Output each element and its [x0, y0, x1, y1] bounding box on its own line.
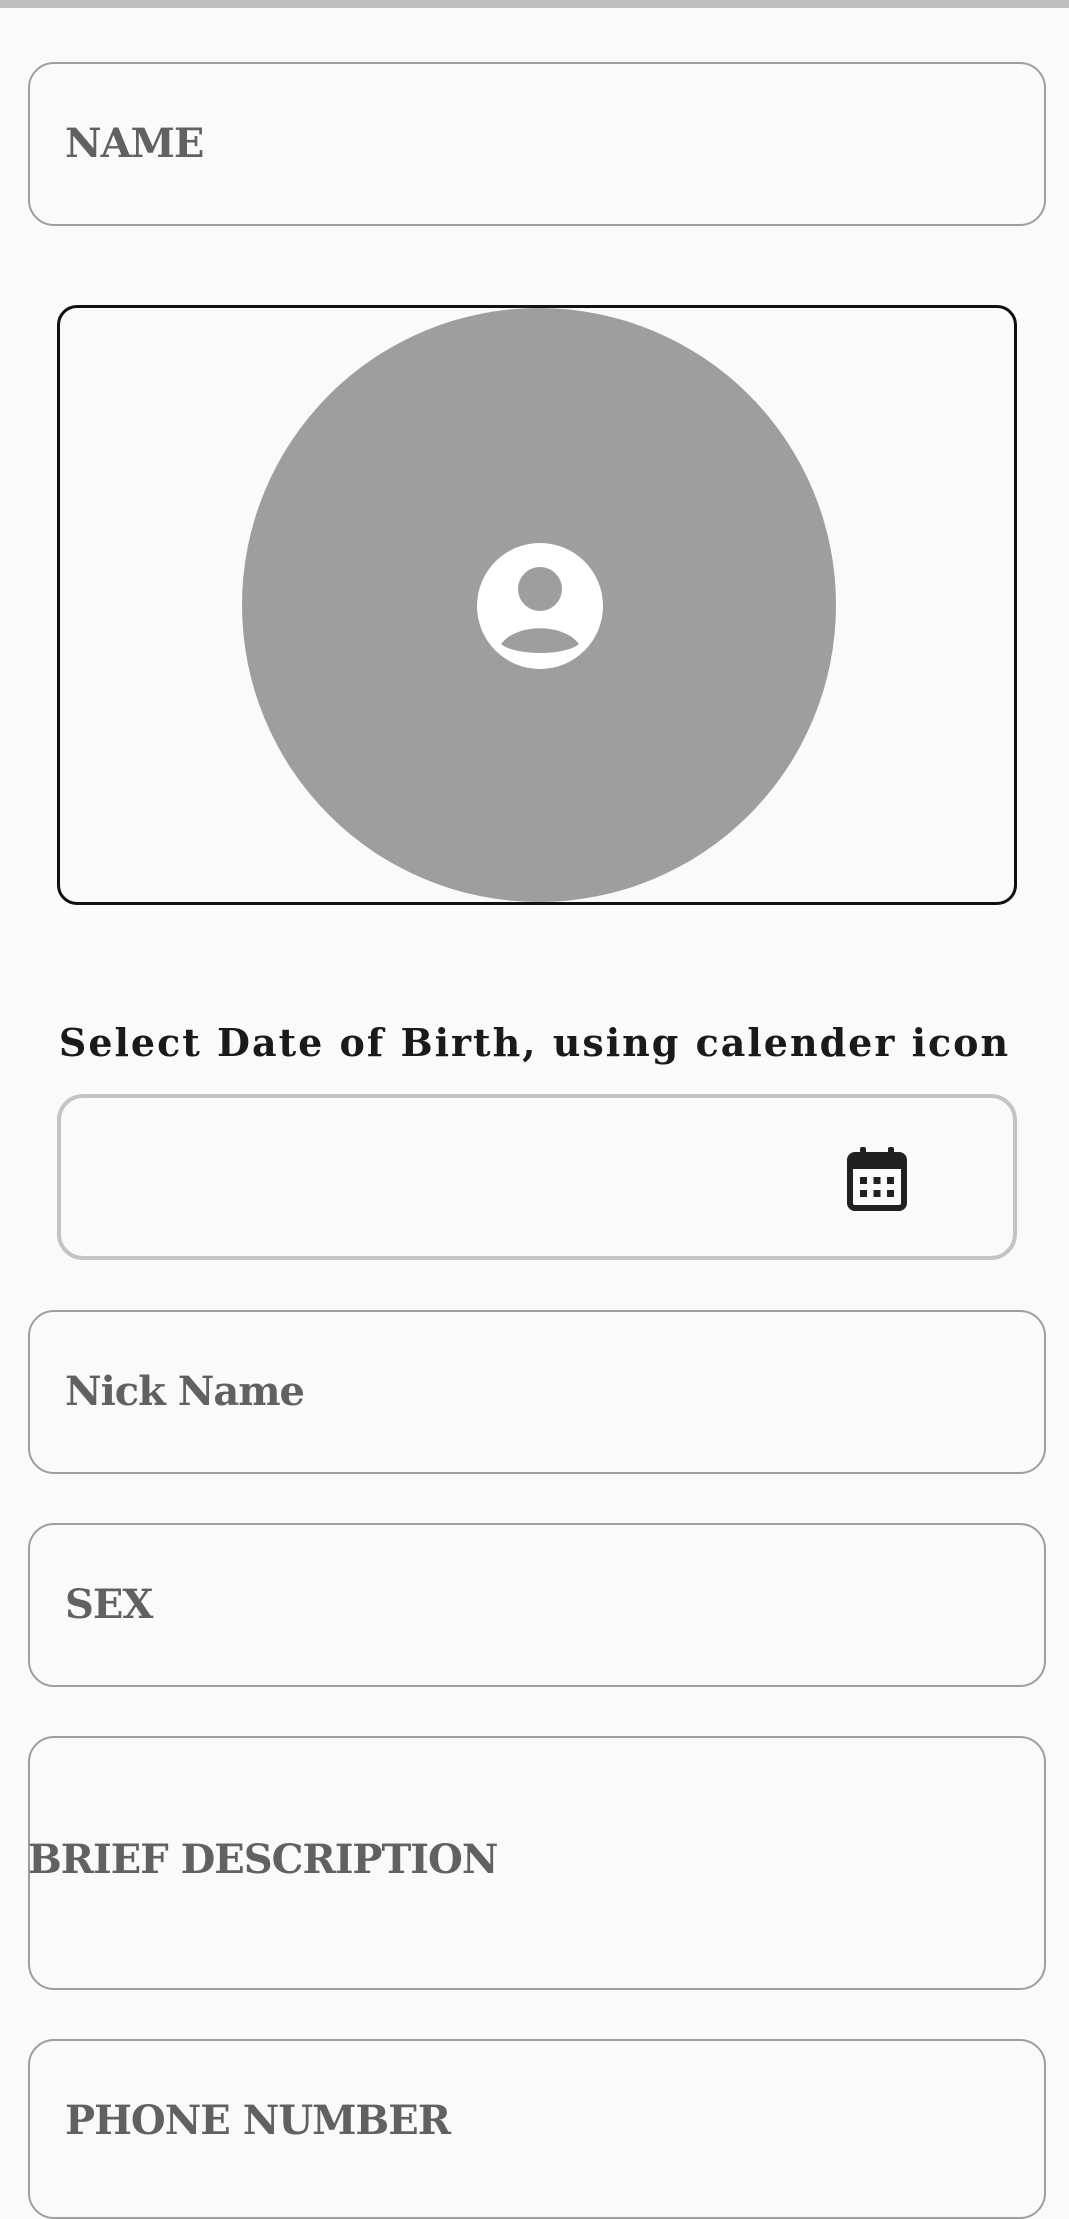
account-circle-icon — [477, 543, 603, 669]
top-progress-bar — [0, 0, 1069, 8]
phone-placeholder: PHONE NUMBER — [65, 2097, 451, 2144]
date-of-birth-field[interactable] — [57, 1094, 1017, 1260]
brief-description-field[interactable]: BRIEF DESCRIPTION — [28, 1736, 1046, 1990]
sex-placeholder: SEX — [65, 1581, 153, 1628]
phone-number-field[interactable]: PHONE NUMBER — [28, 2039, 1046, 2219]
dob-instruction-label: Select Date of Birth, using calender ico… — [58, 1020, 1011, 1065]
calendar-icon[interactable] — [847, 1147, 907, 1211]
sex-field[interactable]: SEX — [28, 1523, 1046, 1687]
profile-photo-circle[interactable] — [242, 308, 836, 902]
name-placeholder: NAME — [65, 120, 204, 167]
nickname-placeholder: Nick Name — [65, 1368, 305, 1415]
description-placeholder: BRIEF DESCRIPTION — [28, 1836, 498, 1883]
profile-photo-picker[interactable] — [57, 305, 1017, 905]
nickname-field[interactable]: Nick Name — [28, 1310, 1046, 1474]
name-field[interactable]: NAME — [28, 62, 1046, 226]
